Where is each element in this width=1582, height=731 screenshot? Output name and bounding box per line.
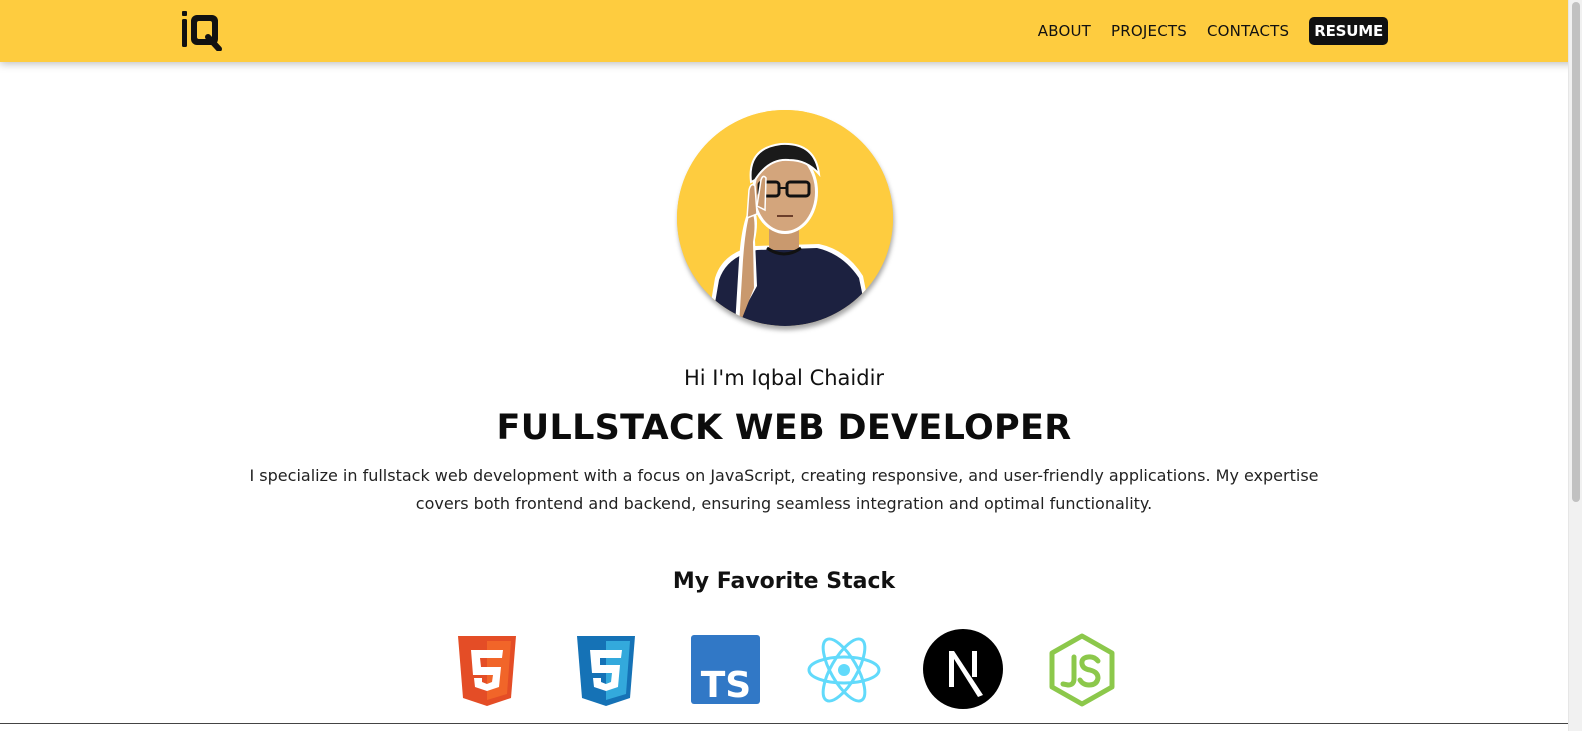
profile-avatar <box>677 110 893 326</box>
top-navbar: ABOUT PROJECTS CONTACTS RESUME <box>0 0 1582 62</box>
html5-icon <box>458 636 516 706</box>
nav-contacts[interactable]: CONTACTS <box>1207 22 1289 40</box>
resume-button[interactable]: RESUME <box>1309 16 1388 45</box>
svg-text:TS: TS <box>701 665 751 704</box>
section-divider <box>0 723 1568 724</box>
nav-about[interactable]: ABOUT <box>1038 22 1091 40</box>
iq-logo-icon[interactable] <box>181 9 223 51</box>
css3-icon <box>577 636 635 706</box>
nav-projects[interactable]: PROJECTS <box>1111 22 1187 40</box>
react-icon <box>807 637 881 703</box>
scrollbar-thumb[interactable] <box>1572 2 1580 502</box>
profile-photo <box>677 110 893 326</box>
nextjs-icon <box>923 629 1003 709</box>
nodejs-icon <box>1049 633 1115 707</box>
stack-section-title: My Favorite Stack <box>672 569 896 594</box>
main-nav: ABOUT PROJECTS CONTACTS RESUME <box>1038 16 1388 45</box>
page-title: FULLSTACK WEB DEVELOPER <box>496 408 1072 448</box>
typescript-icon: TS <box>691 635 760 704</box>
intro-paragraph: I specialize in fullstack web developmen… <box>249 466 1319 513</box>
page-scrollbar[interactable] <box>1568 0 1582 731</box>
greeting-text: Hi I'm Iqbal Chaidir <box>683 366 885 390</box>
stack-icons-row: TS <box>0 625 1582 715</box>
